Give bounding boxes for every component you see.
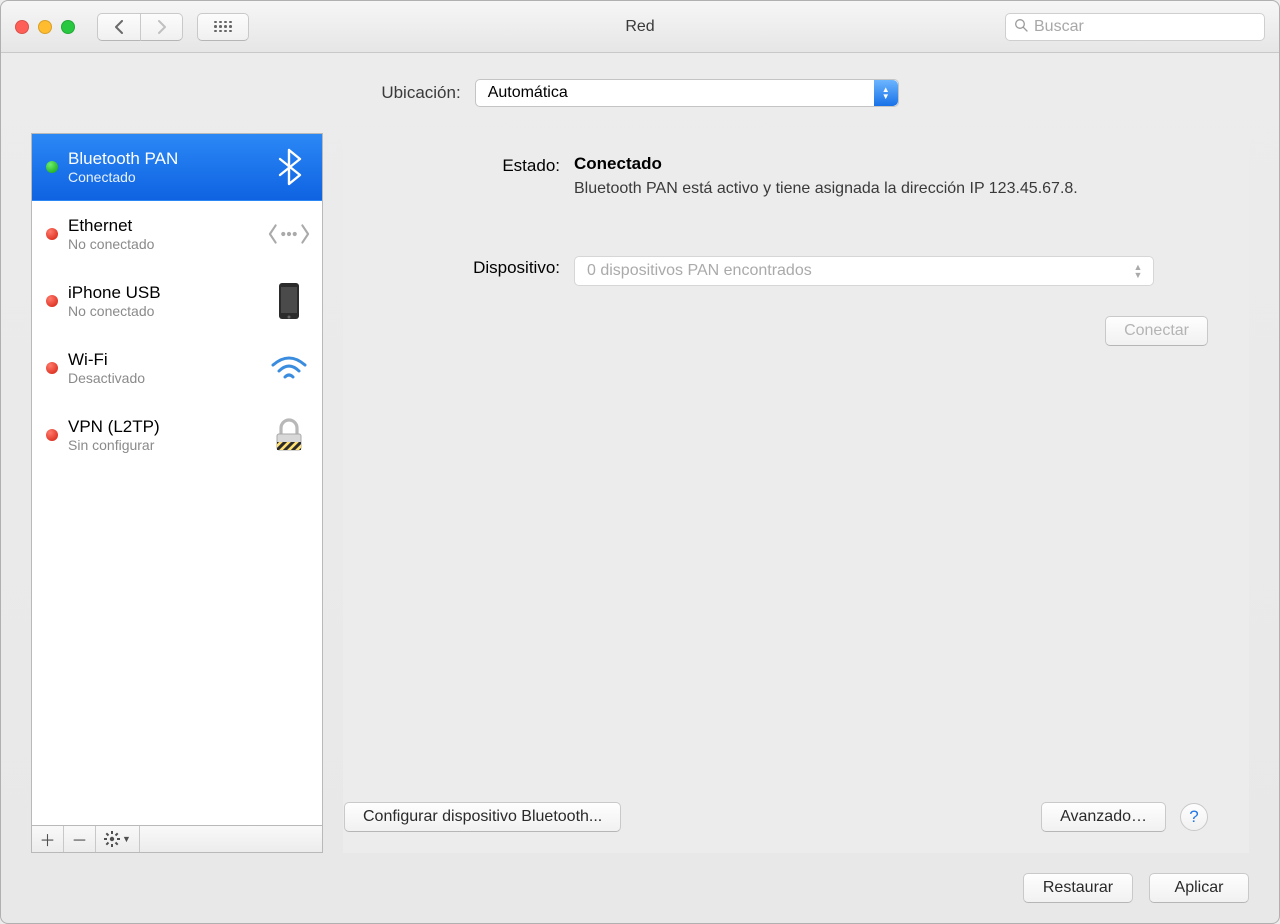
- service-name: Ethernet: [68, 216, 258, 236]
- configure-bluetooth-button[interactable]: Configurar dispositivo Bluetooth...: [344, 802, 621, 832]
- device-select[interactable]: 0 dispositivos PAN encontrados ▲▼: [574, 256, 1154, 286]
- ethernet-icon: [268, 213, 310, 255]
- connect-row: Conectar: [344, 316, 1208, 346]
- lock-icon: [268, 414, 310, 456]
- service-text: Wi-Fi Desactivado: [68, 350, 258, 386]
- back-button[interactable]: [97, 13, 140, 41]
- wifi-icon: [268, 347, 310, 389]
- search-input[interactable]: Buscar: [1005, 13, 1265, 41]
- show-all-button[interactable]: [197, 13, 249, 41]
- service-name: Wi-Fi: [68, 350, 258, 370]
- location-label: Ubicación:: [381, 83, 460, 103]
- device-label: Dispositivo:: [344, 256, 574, 286]
- titlebar: Red Buscar: [1, 1, 1279, 53]
- content-area: Bluetooth PAN Conectado Ethernet No cone…: [1, 133, 1279, 853]
- forward-button[interactable]: [140, 13, 183, 41]
- service-list: Bluetooth PAN Conectado Ethernet No cone…: [31, 133, 323, 825]
- nav-button-group: [97, 13, 183, 41]
- location-select[interactable]: Automática ▲▼: [475, 79, 899, 107]
- iphone-icon: [268, 280, 310, 322]
- add-service-button[interactable]: ＋: [32, 826, 64, 852]
- service-text: iPhone USB No conectado: [68, 283, 258, 319]
- connect-button[interactable]: Conectar: [1105, 316, 1208, 346]
- service-actions-menu[interactable]: ▼: [96, 826, 140, 852]
- status-dot-icon: [46, 429, 58, 441]
- sidebar: Bluetooth PAN Conectado Ethernet No cone…: [31, 133, 323, 853]
- status-dot-icon: [46, 161, 58, 173]
- bluetooth-icon: [268, 146, 310, 188]
- state-value: Conectado: [574, 154, 1208, 174]
- location-value: Automática: [488, 84, 568, 102]
- close-window-button[interactable]: [15, 20, 29, 34]
- service-text: VPN (L2TP) Sin configurar: [68, 417, 258, 453]
- service-status: Sin configurar: [68, 437, 258, 453]
- help-button[interactable]: ?: [1180, 803, 1208, 831]
- service-item-wifi[interactable]: Wi-Fi Desactivado: [32, 335, 322, 402]
- service-status: No conectado: [68, 236, 258, 252]
- advanced-button[interactable]: Avanzado…: [1041, 802, 1166, 832]
- traffic-lights: [15, 20, 75, 34]
- service-name: iPhone USB: [68, 283, 258, 303]
- status-dot-icon: [46, 295, 58, 307]
- apply-button[interactable]: Aplicar: [1149, 873, 1249, 903]
- service-item-ethernet[interactable]: Ethernet No conectado: [32, 201, 322, 268]
- status-dot-icon: [46, 228, 58, 240]
- grid-icon: [214, 21, 232, 33]
- service-status: No conectado: [68, 303, 258, 319]
- search-placeholder: Buscar: [1034, 18, 1084, 36]
- device-value-block: 0 dispositivos PAN encontrados ▲▼: [574, 256, 1208, 286]
- service-status: Conectado: [68, 169, 258, 185]
- gear-icon: [104, 831, 120, 847]
- zoom-window-button[interactable]: [61, 20, 75, 34]
- service-text: Ethernet No conectado: [68, 216, 258, 252]
- state-description: Bluetooth PAN está activo y tiene asigna…: [574, 178, 1134, 200]
- service-item-bluetooth-pan[interactable]: Bluetooth PAN Conectado: [32, 134, 322, 201]
- service-item-iphone-usb[interactable]: iPhone USB No conectado: [32, 268, 322, 335]
- network-preferences-window: Red Buscar Ubicación: Automática ▲▼ Blue…: [0, 0, 1280, 924]
- status-dot-icon: [46, 362, 58, 374]
- minimize-window-button[interactable]: [38, 20, 52, 34]
- detail-footer: Configurar dispositivo Bluetooth... Avan…: [344, 802, 1208, 832]
- sidebar-footer: ＋ － ▼: [31, 825, 323, 853]
- service-item-vpn[interactable]: VPN (L2TP) Sin configurar: [32, 402, 322, 469]
- device-row: Dispositivo: 0 dispositivos PAN encontra…: [344, 256, 1208, 286]
- state-value-block: Conectado Bluetooth PAN está activo y ti…: [574, 154, 1208, 200]
- service-name: VPN (L2TP): [68, 417, 258, 437]
- revert-button[interactable]: Restaurar: [1023, 873, 1133, 903]
- window-footer: Restaurar Aplicar: [1, 853, 1279, 923]
- detail-panel: Estado: Conectado Bluetooth PAN está act…: [343, 133, 1249, 853]
- updown-arrows-icon: ▲▼: [1131, 263, 1145, 279]
- state-row: Estado: Conectado Bluetooth PAN está act…: [344, 154, 1208, 200]
- device-select-value: 0 dispositivos PAN encontrados: [587, 262, 812, 280]
- chevron-left-icon: [114, 20, 125, 34]
- remove-service-button[interactable]: －: [64, 826, 96, 852]
- state-label: Estado:: [344, 154, 574, 200]
- service-status: Desactivado: [68, 370, 258, 386]
- service-name: Bluetooth PAN: [68, 149, 258, 169]
- updown-arrows-icon: ▲▼: [874, 80, 898, 106]
- chevron-down-icon: ▼: [122, 834, 131, 844]
- help-icon: ?: [1189, 807, 1198, 827]
- search-icon: [1014, 18, 1028, 35]
- location-row: Ubicación: Automática ▲▼: [1, 53, 1279, 133]
- chevron-right-icon: [156, 20, 167, 34]
- service-text: Bluetooth PAN Conectado: [68, 149, 258, 185]
